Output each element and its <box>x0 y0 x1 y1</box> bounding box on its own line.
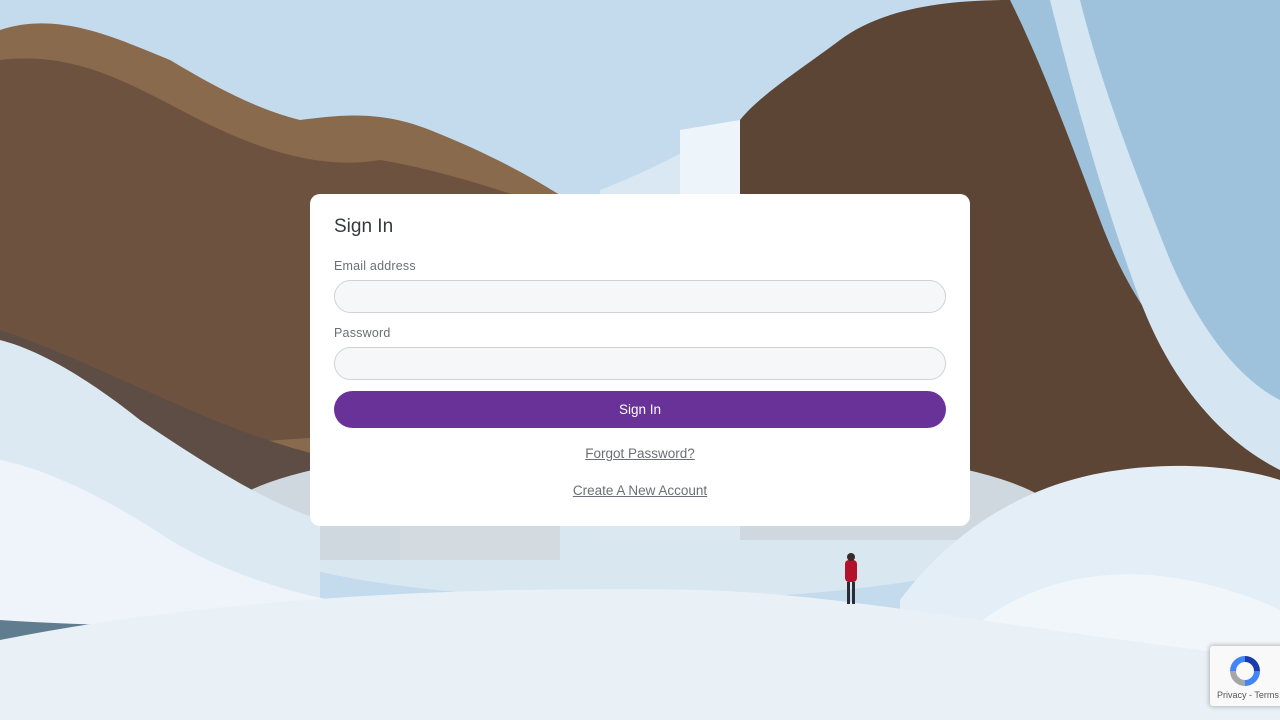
password-input[interactable] <box>334 347 946 380</box>
sign-in-title: Sign In <box>334 216 394 237</box>
recaptcha-badge[interactable]: Privacy - Terms <box>1210 646 1280 706</box>
recaptcha-icon <box>1230 656 1260 686</box>
sign-in-card: Sign In Email address Password Sign In F… <box>310 194 970 526</box>
password-label: Password <box>334 326 391 340</box>
email-input[interactable] <box>334 280 946 313</box>
sign-in-button[interactable]: Sign In <box>334 391 946 428</box>
email-label: Email address <box>334 259 416 273</box>
recaptcha-terms[interactable]: Privacy - Terms <box>1217 690 1279 700</box>
forgot-password-link[interactable]: Forgot Password? <box>310 446 970 461</box>
create-account-link[interactable]: Create A New Account <box>310 483 970 498</box>
